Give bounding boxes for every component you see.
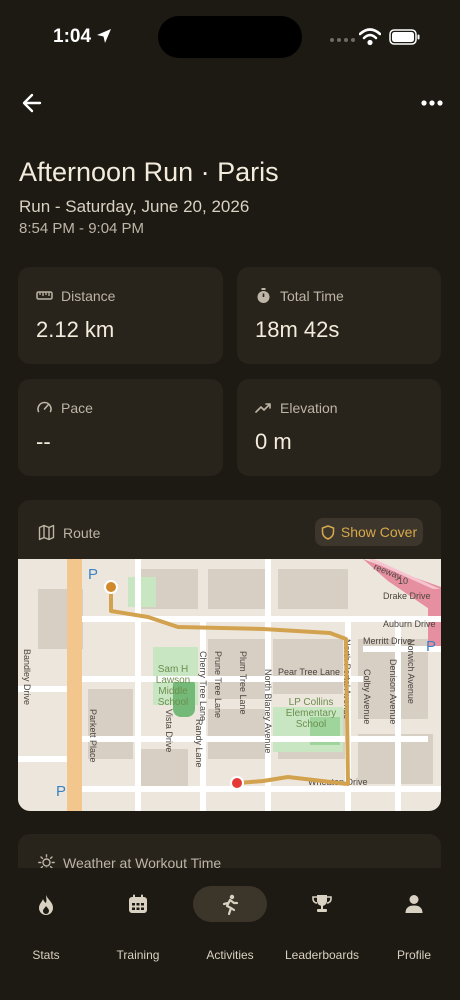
show-cover-button[interactable]: Show Cover	[315, 518, 423, 546]
dynamic-island	[158, 16, 302, 58]
map-label-drake: Drake Drive	[383, 591, 431, 601]
map-label-school1-l2: Lawson	[156, 675, 190, 686]
distance-value: 2.12 km	[36, 317, 115, 342]
ruler-icon	[36, 291, 53, 300]
tab-training[interactable]: Training	[93, 886, 183, 962]
map-label-vista: Vista Drive	[164, 709, 174, 752]
map-label-merritt: Merritt Drive	[363, 636, 412, 646]
map-label-randy: Randy Lane	[194, 719, 204, 768]
route-map[interactable]: P P P Drake Drive Auburn Drive Merritt Dri…	[18, 559, 441, 811]
tab-label-profile: Profile	[396, 948, 431, 962]
status-bar: 1:04	[0, 0, 460, 70]
stopwatch-icon	[257, 288, 270, 303]
shield-icon	[321, 524, 335, 540]
more-horizontal-icon	[421, 100, 443, 106]
map-label-prune: Prune Tree Lane	[213, 651, 223, 718]
map-label-cherry: Cherry Tree Lane	[198, 651, 208, 721]
route-start-marker	[104, 580, 118, 594]
map-label-school1-l4: School	[158, 697, 189, 708]
map-label-school1-l3: Middle	[158, 686, 188, 697]
trending-up-icon	[255, 403, 271, 413]
pace-label: Pace	[61, 399, 93, 416]
route-card: Route Show Cover P P P Drake Drive Aubur…	[18, 500, 441, 811]
tab-profile[interactable]: Profile	[369, 886, 459, 962]
person-icon	[405, 895, 423, 913]
route-label: Route	[63, 524, 101, 541]
map-label-bandley: Bandley Drive	[22, 649, 32, 705]
activity-time-range: 8:54 PM - 9:04 PM	[19, 220, 145, 237]
total-time-card: Total Time 18m 42s	[237, 267, 441, 364]
running-icon	[222, 894, 239, 916]
map-label-parkett: Parkett Place	[88, 709, 98, 763]
distance-card: Distance 2.12 km	[18, 267, 223, 364]
tab-label-stats: Stats	[32, 948, 60, 962]
pace-card: Pace --	[18, 379, 223, 476]
more-options-button[interactable]	[418, 88, 448, 118]
pace-value: --	[36, 429, 51, 454]
distance-label: Distance	[61, 287, 116, 304]
back-button[interactable]	[18, 88, 48, 118]
trophy-icon	[312, 895, 332, 912]
svg-text:P: P	[426, 638, 436, 655]
bottom-tab-bar: Stats Training Activities Leaderboards P…	[0, 868, 460, 1000]
tab-label-leaderboards: Leaderboards	[284, 948, 360, 962]
total-time-label: Total Time	[280, 287, 344, 304]
calendar-icon	[129, 894, 147, 913]
arrow-left-icon	[22, 93, 42, 113]
cellular-signal-icon	[330, 38, 355, 42]
flame-icon	[39, 895, 53, 915]
map-label-denison: Denison Avenue	[388, 659, 398, 724]
show-cover-label: Show Cover	[340, 524, 418, 540]
elevation-card: Elevation 0 m	[237, 379, 441, 476]
activity-title: Afternoon Run · Paris	[19, 157, 279, 187]
tab-label-training: Training	[116, 948, 160, 962]
map-label-auburn: Auburn Drive	[383, 619, 436, 629]
map-label-plum: Plum Tree Lane	[238, 651, 248, 715]
activity-subtitle: Run - Saturday, June 20, 2026	[19, 197, 250, 216]
svg-text:P: P	[88, 566, 98, 583]
map-label-shield: 10	[398, 576, 408, 586]
wifi-icon	[359, 28, 381, 46]
status-time: 1:04	[53, 26, 92, 47]
svg-text:P: P	[56, 783, 66, 800]
location-arrow-icon	[97, 29, 111, 43]
map-label-blaney: North Blaney Avenue	[263, 669, 273, 753]
elevation-value: 0 m	[255, 429, 292, 454]
total-time-value: 18m 42s	[255, 317, 340, 342]
map-label-school2-l2: Elementary	[286, 708, 337, 719]
tab-leaderboards[interactable]: Leaderboards	[277, 886, 367, 962]
map-label-pear: Pear Tree Lane	[278, 667, 340, 677]
map-icon	[38, 524, 55, 541]
map-label-school2-l1: LP Collins	[289, 697, 334, 708]
route-end-marker	[230, 776, 244, 790]
tab-stats[interactable]: Stats	[1, 886, 91, 962]
battery-icon	[389, 29, 420, 45]
tab-label-activities: Activities	[206, 948, 254, 962]
tab-activities[interactable]: Activities	[185, 886, 275, 962]
elevation-label: Elevation	[280, 399, 338, 416]
gauge-icon	[37, 401, 52, 413]
map-label-norwich: Norwich Avenue	[406, 639, 416, 704]
map-label-school1-l1: Sam H	[158, 664, 189, 675]
map-label-colby: Colby Avenue	[362, 669, 372, 724]
map-label-school2-l3: School	[296, 719, 327, 730]
